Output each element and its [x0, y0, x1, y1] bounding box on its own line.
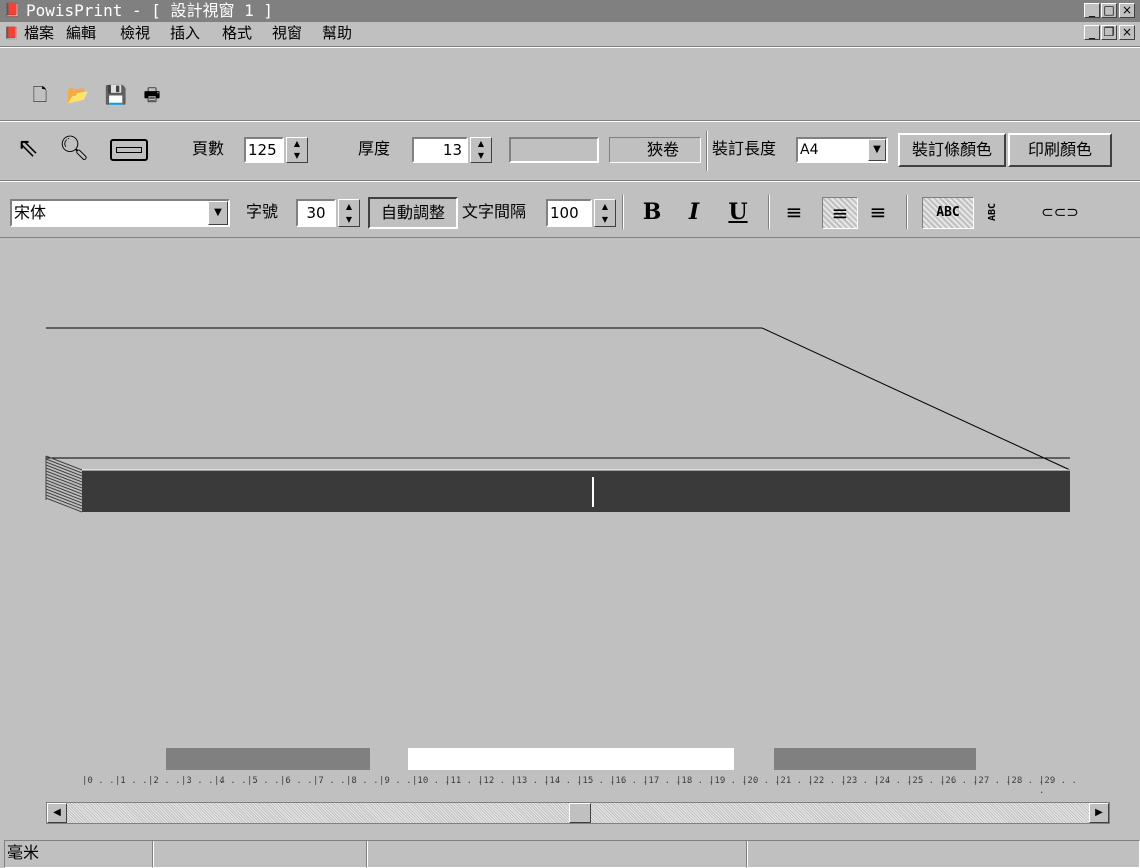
book-icon: 📕: [4, 3, 21, 18]
menu-window[interactable]: 視窗: [272, 22, 302, 44]
book-shape-icon[interactable]: [110, 139, 148, 161]
bold-button[interactable]: B: [640, 197, 664, 227]
scrollbar-thumb[interactable]: [569, 803, 591, 823]
status-unit: 毫米: [4, 840, 154, 868]
book-spine: [82, 470, 1070, 512]
text-cursor: [592, 477, 594, 507]
menu-help[interactable]: 幫助: [322, 22, 352, 44]
save-disk-icon[interactable]: 💾: [104, 84, 128, 108]
binding-length-label: 裝訂長度: [712, 139, 777, 158]
design-toolbar: ⇖ 🔍︎ 頁數 125 ▲ ▼ 厚度 13 ▲ ▼ 狹卷 裝訂長度 A4 ▼ 裝訂條…: [0, 123, 1140, 179]
font-name-select[interactable]: 宋体 ▼: [10, 199, 230, 227]
open-folder-icon[interactable]: 📂: [66, 84, 90, 108]
status-pane-4: [746, 840, 1140, 868]
left-cover-bar: [166, 748, 370, 770]
spine-area-bar: [408, 748, 734, 770]
menu-format[interactable]: 格式: [222, 22, 252, 44]
font-size-label: 字號: [246, 202, 279, 221]
close-icon[interactable]: ×: [1119, 3, 1135, 18]
align-left-icon[interactable]: ≡: [782, 200, 806, 224]
status-pane-2: [152, 840, 368, 868]
new-document-icon[interactable]: 🗋: [28, 84, 52, 108]
maximize-icon[interactable]: □: [1101, 3, 1117, 18]
window-title: PowisPrint - [ 設計視窗 1 ]: [26, 1, 274, 20]
book-spine-drawing: [45, 327, 1071, 513]
title-bar[interactable]: 📕 PowisPrint - [ 設計視窗 1 ] _ □ ×: [0, 0, 1140, 22]
zoom-magnifier-icon[interactable]: 🔍︎: [58, 133, 90, 163]
pages-input[interactable]: 125: [244, 137, 284, 163]
align-center-icon[interactable]: ≡: [822, 197, 858, 229]
document-icon[interactable]: 📕: [4, 24, 19, 42]
pages-spinner[interactable]: ▲ ▼: [286, 137, 308, 163]
font-size-input[interactable]: 30: [296, 199, 336, 227]
minimize-icon[interactable]: _: [1084, 3, 1100, 18]
rotated-text-icon[interactable]: ⊂⊂⊃: [1036, 203, 1084, 221]
underline-button[interactable]: U: [726, 197, 750, 227]
pointer-arrow-icon[interactable]: ⇖: [12, 131, 44, 165]
blank-field[interactable]: [509, 137, 599, 163]
print-color-button[interactable]: 印刷顏色: [1008, 133, 1112, 167]
horizontal-scrollbar[interactable]: ◀ ▶: [46, 802, 1110, 824]
thickness-input[interactable]: 13: [412, 137, 468, 163]
menu-view[interactable]: 檢視: [120, 22, 150, 44]
narrow-roll-box[interactable]: 狹卷: [609, 137, 701, 163]
child-close-icon[interactable]: ×: [1119, 25, 1135, 40]
ruler-tick-label: |29 . . .: [1039, 776, 1077, 796]
binding-length-select[interactable]: A4 ▼: [796, 137, 888, 163]
menu-file[interactable]: 檔案: [24, 22, 54, 44]
chevron-down-icon[interactable]: ▼: [208, 201, 228, 225]
page-edges: [45, 455, 83, 513]
child-restore-icon[interactable]: ❐: [1101, 25, 1117, 40]
thickness-label: 厚度: [358, 139, 391, 158]
format-toolbar: 宋体 ▼ 字號 30 ▲ ▼ 自動調整 文字間隔 100 ▲ ▼ B I U ≡ ≡…: [0, 183, 1140, 237]
child-minimize-icon[interactable]: _: [1084, 25, 1100, 40]
standard-toolbar: 🗋 📂 💾 🖶: [0, 48, 1140, 120]
thickness-spinner[interactable]: ▲ ▼: [470, 137, 492, 163]
menu-insert[interactable]: 插入: [170, 22, 200, 44]
char-spacing-spinner[interactable]: ▲ ▼: [594, 199, 616, 227]
scroll-left-icon[interactable]: ◀: [47, 803, 67, 823]
pages-label: 頁數: [192, 139, 225, 158]
char-spacing-label: 文字間隔: [462, 202, 527, 221]
binding-strip-color-button[interactable]: 裝訂條顏色: [898, 133, 1006, 167]
horizontal-text-button[interactable]: ABC: [922, 197, 974, 229]
right-cover-bar: [774, 748, 976, 770]
scroll-right-icon[interactable]: ▶: [1089, 803, 1109, 823]
status-bar: 毫米: [0, 838, 1140, 868]
menu-edit[interactable]: 編輯: [66, 22, 96, 44]
status-pane-3: [366, 840, 748, 868]
auto-adjust-button[interactable]: 自動調整: [368, 197, 458, 229]
italic-button[interactable]: I: [682, 197, 706, 227]
ruler: |0 . . . |1 . . . |2 . . . |3 . . . |4 . . .…: [82, 774, 1082, 796]
font-name-value: 宋体: [14, 203, 47, 222]
vertical-text-icon[interactable]: ABC: [987, 195, 1008, 229]
char-spacing-input[interactable]: 100: [546, 199, 592, 227]
print-icon[interactable]: 🖶: [140, 84, 164, 108]
design-canvas[interactable]: |0 . . . |1 . . . |2 . . . |3 . . . |4 . . .…: [0, 238, 1140, 834]
align-right-icon[interactable]: ≡: [866, 200, 890, 224]
chevron-down-icon[interactable]: ▼: [868, 139, 886, 161]
menu-bar: 📕 檔案 編輯 檢視 插入 格式 視窗 幫助 _ ❐ ×: [0, 22, 1140, 44]
font-size-spinner[interactable]: ▲ ▼: [338, 199, 360, 227]
binding-length-value: A4: [800, 142, 819, 158]
